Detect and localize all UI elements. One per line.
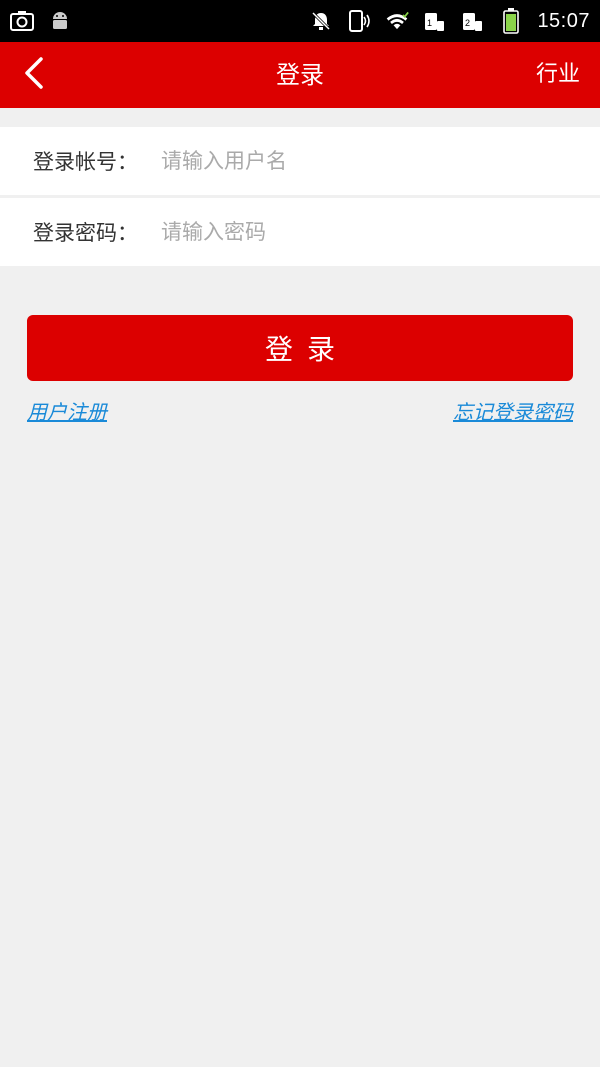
svg-text:1: 1 [427, 18, 432, 28]
app-bar: 登录 行业 [0, 42, 600, 108]
battery-icon [499, 8, 523, 34]
account-row: 登录帐号： [0, 127, 600, 195]
login-button[interactable]: 登录 [27, 315, 573, 381]
account-label: 登录帐号： [33, 150, 138, 174]
login-form: 登录帐号： 登录密码： [0, 127, 600, 266]
password-label: 登录密码： [33, 221, 138, 245]
android-icon [48, 9, 72, 33]
svg-text:2: 2 [465, 18, 470, 28]
sim1-icon: 1 [423, 9, 447, 33]
status-bar: 1 2 15:07 [0, 0, 600, 42]
screenshot-icon [10, 9, 34, 33]
bell-muted-icon [309, 9, 333, 33]
industry-button[interactable]: 行业 [536, 42, 580, 108]
password-row: 登录密码： [0, 198, 600, 266]
sim2-icon: 2 [461, 9, 485, 33]
status-time: 15:07 [537, 9, 590, 32]
status-bar-right: 1 2 15:07 [309, 8, 590, 34]
username-input[interactable] [161, 137, 600, 185]
chevron-left-icon [23, 56, 45, 94]
wifi-icon [385, 9, 410, 33]
page-title: 登录 [276, 61, 324, 89]
back-button[interactable] [14, 55, 54, 95]
password-input[interactable] [161, 208, 600, 256]
register-link[interactable]: 用户注册 [27, 396, 107, 425]
forgot-password-link[interactable]: 忘记登录密码 [453, 396, 573, 425]
status-bar-left [10, 9, 72, 33]
vibrate-icon [347, 9, 371, 33]
